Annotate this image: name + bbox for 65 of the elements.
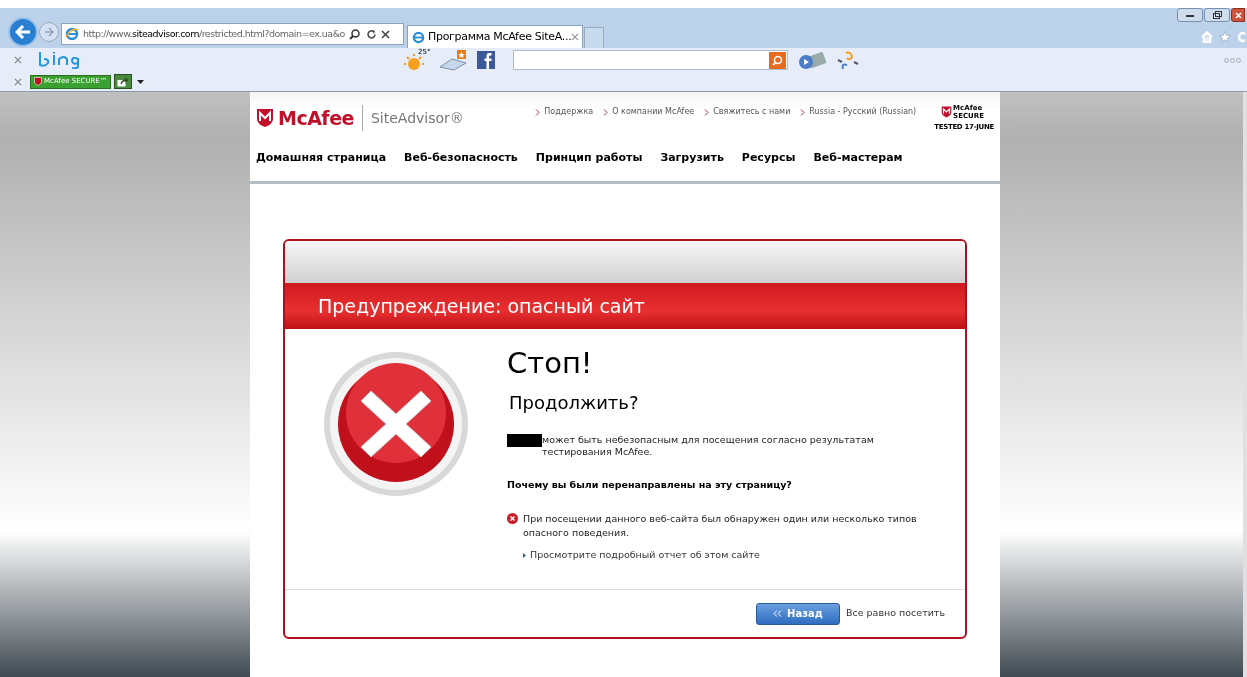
url-text: http://www.siteadvisor.com/restricted.html?domain=ex.ua&o (83, 26, 345, 41)
mcafee-logo[interactable]: McAfee (278, 104, 354, 133)
share-button[interactable] (113, 74, 132, 89)
dropdown-arrow-icon[interactable] (136, 79, 144, 84)
top-link[interactable]: Свяжитесь с нами (704, 106, 791, 118)
nav-link[interactable]: Веб-безопасность (404, 150, 518, 167)
minimize-button[interactable] (1177, 8, 1203, 22)
chevron-icon (535, 108, 541, 116)
nav-link[interactable]: Принцип работы (535, 150, 643, 167)
chevron-icon (704, 108, 710, 116)
bullet-icon (523, 552, 526, 558)
facebook-icon[interactable] (477, 51, 495, 69)
chevron-icon (603, 108, 609, 116)
refresh-icon[interactable] (365, 28, 377, 40)
new-tab-button[interactable] (584, 27, 604, 48)
star-icon[interactable] (1219, 31, 1231, 43)
back-button[interactable] (8, 17, 38, 47)
visit-anyway-link[interactable]: Все равно посетить (845, 606, 945, 621)
nav-link[interactable]: Ресурсы (741, 150, 796, 167)
minimize-icon (1186, 13, 1194, 17)
video-icon[interactable] (797, 51, 827, 71)
shield-icon (34, 77, 42, 86)
more-icon[interactable] (1224, 58, 1241, 63)
top-link[interactable]: Поддержка (535, 106, 594, 118)
close-icon (1234, 11, 1242, 19)
search-button[interactable] (769, 51, 786, 69)
warning-message: может быть небезопасным для посещения согласно результатам тестирования McAfee. (542, 434, 875, 458)
top-link[interactable]: О компании McAfee (603, 106, 695, 118)
sun-icon[interactable] (403, 53, 425, 71)
browser-logo-icon (412, 30, 425, 44)
nav-link[interactable]: Веб-мастерам (813, 150, 903, 167)
report-link[interactable]: Просмотрите подробный отчет об этом сайте (523, 548, 947, 563)
error-icon (507, 513, 518, 525)
shield-logo-icon (256, 108, 274, 129)
scrollbar[interactable] (1243, 92, 1247, 677)
close-icon[interactable] (380, 29, 390, 39)
restore-button[interactable] (1204, 8, 1230, 22)
nav-link[interactable]: Загрузить (660, 150, 724, 167)
chevron-icon (800, 108, 806, 116)
forward-button[interactable] (39, 22, 59, 42)
arrow-right-icon (44, 27, 54, 37)
share-icon (116, 76, 129, 87)
reason-text: При посещении данного веб-сайта был обнаружен один или несколько типов опасного поведения. (523, 512, 918, 541)
nav-link[interactable]: Домашняя страница (256, 150, 387, 167)
double-chevron-icon (773, 610, 783, 617)
stop-icon (323, 351, 469, 497)
back-button[interactable]: Назад (755, 602, 840, 625)
redaction-bar (507, 434, 542, 447)
stop-heading: Стоп! (507, 345, 594, 381)
close-button[interactable] (1231, 8, 1245, 22)
warning-title: Предупреждение: опасный сайт (318, 293, 645, 319)
browser-logo-icon (65, 27, 79, 41)
shield-logo-icon (941, 106, 953, 118)
search-icon (772, 54, 783, 66)
browser-tab[interactable]: Программа McAfee SiteA... (407, 25, 583, 48)
reason-heading: Почему вы были перенаправлены на эту страницу? (507, 478, 793, 492)
continue-question: Продолжить? (509, 391, 640, 415)
mail-icon[interactable] (438, 49, 468, 71)
address-bar[interactable]: http://www.siteadvisor.com/restricted.html?domain=ex.ua&o (61, 23, 404, 45)
search-icon[interactable] (348, 28, 360, 40)
arrow-left-icon (15, 25, 31, 39)
product-name: SiteAdvisor® (370, 108, 464, 128)
search-field[interactable] (513, 50, 788, 70)
top-link[interactable]: Russia - Русский (Russian) (800, 106, 917, 118)
restore-icon (1212, 11, 1222, 19)
